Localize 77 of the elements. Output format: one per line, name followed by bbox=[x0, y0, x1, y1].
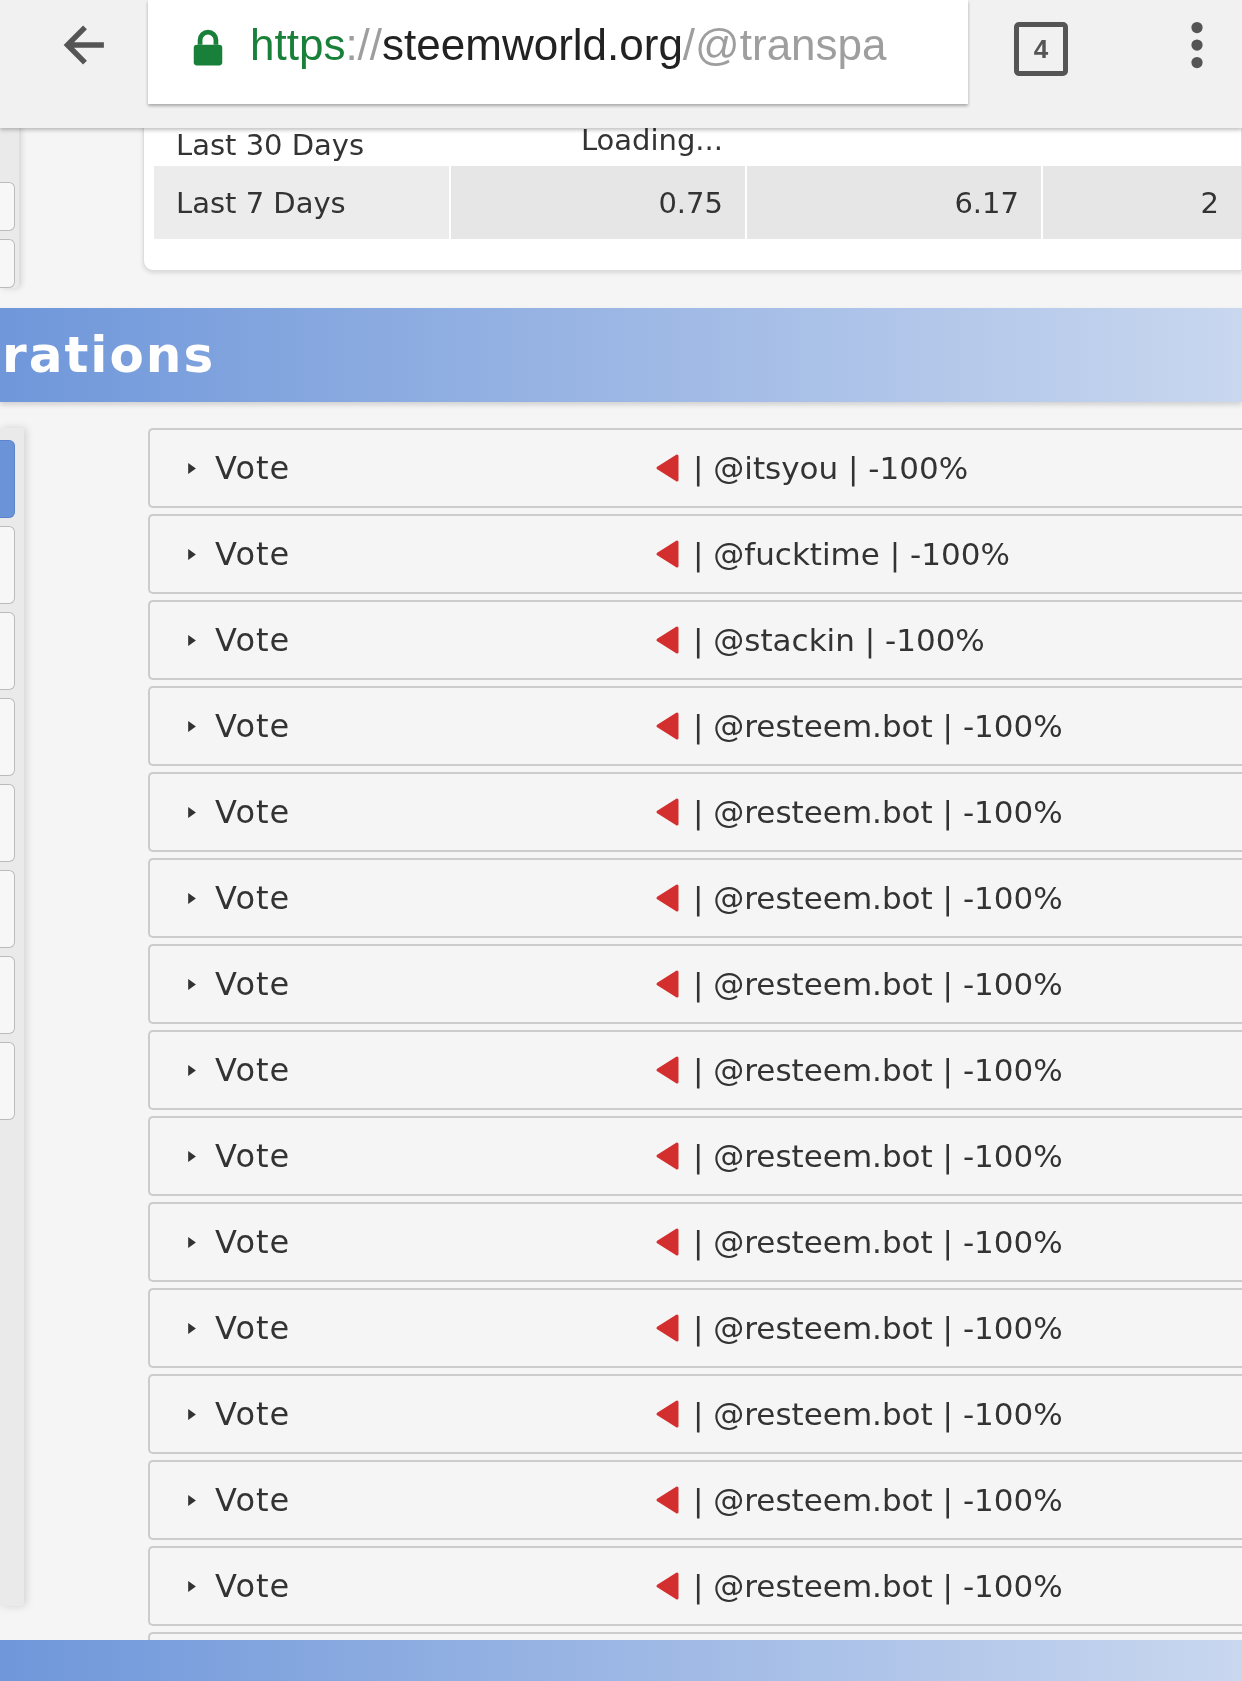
operation-type: Vote bbox=[215, 1223, 292, 1261]
operation-detail: | @resteem.bot | -100% bbox=[693, 1052, 1063, 1088]
operation-row[interactable]: Vote | @resteem.bot | -100% bbox=[148, 1460, 1242, 1540]
panel-tab[interactable] bbox=[0, 239, 15, 288]
sidebar-item[interactable] bbox=[0, 870, 15, 948]
downvote-icon bbox=[655, 1399, 679, 1429]
panel-tab[interactable] bbox=[0, 182, 15, 231]
operation-detail: | @resteem.bot | -100% bbox=[693, 794, 1063, 830]
operation-row[interactable]: Vote | @fucktime | -100% bbox=[148, 514, 1242, 594]
operation-detail: | @resteem.bot | -100% bbox=[693, 1224, 1063, 1260]
address-bar[interactable]: https://steemworld.org/@transpa bbox=[148, 0, 968, 104]
operation-detail: | @resteem.bot | -100% bbox=[693, 966, 1063, 1002]
operation-row[interactable]: Vote | @resteem.bot | -100% bbox=[148, 1288, 1242, 1368]
operation-detail: | @resteem.bot | -100% bbox=[693, 1310, 1063, 1346]
operation-type: Vote bbox=[215, 535, 292, 573]
downvote-icon bbox=[655, 1055, 679, 1085]
operation-type: Vote bbox=[215, 1481, 292, 1519]
table-cell-text: Last 30 Days bbox=[175, 128, 366, 162]
downvote-icon bbox=[655, 969, 679, 999]
sidebar-item[interactable] bbox=[0, 440, 15, 518]
table-cell-text: Last 7 Days bbox=[175, 185, 347, 220]
downvote-icon bbox=[655, 1485, 679, 1515]
operation-row[interactable]: Vote | @resteem.bot | -100% bbox=[148, 1116, 1242, 1196]
downvote-icon bbox=[655, 539, 679, 569]
operation-type: Vote bbox=[215, 1137, 292, 1175]
operation-row[interactable]: Vote | @stackin | -100% bbox=[148, 600, 1242, 680]
menu-icon[interactable] bbox=[1190, 20, 1204, 70]
table-cell: 2 bbox=[1041, 166, 1241, 239]
operation-row[interactable]: Vote | @resteem.bot | -100% bbox=[148, 1546, 1242, 1626]
operation-detail: | @resteem.bot | -100% bbox=[693, 880, 1063, 916]
operation-type: Vote bbox=[215, 621, 292, 659]
operation-row[interactable]: Vote | @resteem.bot | -100% bbox=[148, 1374, 1242, 1454]
sidebar-item[interactable] bbox=[0, 956, 15, 1034]
downvote-icon bbox=[655, 625, 679, 655]
operation-type: Vote bbox=[215, 1309, 292, 1347]
operation-row[interactable]: Vote | @resteem.bot | -100% bbox=[148, 772, 1242, 852]
downvote-icon bbox=[655, 453, 679, 483]
operation-type: Vote bbox=[215, 449, 292, 487]
table-cell: 0.75 bbox=[449, 166, 745, 239]
operation-detail: | @itsyou | -100% bbox=[693, 450, 969, 486]
operation-detail: | @resteem.bot | -100% bbox=[693, 1138, 1063, 1174]
operation-row[interactable]: Vote | @resteem.bot | -100% bbox=[148, 686, 1242, 766]
operation-detail: | @stackin | -100% bbox=[693, 622, 985, 658]
sidebar-item[interactable] bbox=[0, 784, 15, 862]
operation-row[interactable]: Vote | @resteem.bot | -100% bbox=[148, 1202, 1242, 1282]
operation-detail: | @fucktime | -100% bbox=[693, 536, 1010, 572]
lock-icon bbox=[192, 29, 224, 67]
downvote-icon bbox=[655, 1227, 679, 1257]
operation-row[interactable]: Vote | @itsyou | -100% bbox=[148, 428, 1242, 508]
operation-type: Vote bbox=[215, 879, 292, 917]
section-title: rations bbox=[2, 326, 216, 384]
operation-type: Vote bbox=[215, 1567, 292, 1605]
downvote-icon bbox=[655, 883, 679, 913]
downvote-icon bbox=[655, 1571, 679, 1601]
operation-type: Vote bbox=[215, 965, 292, 1003]
operation-type: Vote bbox=[215, 793, 292, 831]
downvote-icon bbox=[655, 711, 679, 741]
url-text: https://steemworld.org/@transpa bbox=[250, 20, 887, 70]
tab-count-button[interactable]: 4 bbox=[1014, 22, 1068, 76]
downvote-icon bbox=[655, 797, 679, 827]
operation-type: Vote bbox=[215, 1395, 292, 1433]
table-cell: 6.17 bbox=[745, 166, 1041, 239]
sidebar-item[interactable] bbox=[0, 1042, 15, 1120]
downvote-icon bbox=[655, 1313, 679, 1343]
sidebar-item[interactable] bbox=[0, 612, 15, 690]
operation-type: Vote bbox=[215, 707, 292, 745]
operation-detail: | @resteem.bot | -100% bbox=[693, 1396, 1063, 1432]
sidebar-item[interactable] bbox=[0, 698, 15, 776]
operation-type: Vote bbox=[215, 1051, 292, 1089]
operation-row[interactable]: Vote | @resteem.bot | -100% bbox=[148, 944, 1242, 1024]
operation-row[interactable]: Vote | @resteem.bot | -100% bbox=[148, 1030, 1242, 1110]
downvote-icon bbox=[655, 1141, 679, 1171]
sidebar-item[interactable] bbox=[0, 526, 15, 604]
operation-detail: | @resteem.bot | -100% bbox=[693, 1568, 1063, 1604]
operation-row[interactable]: Vote | @resteem.bot | -100% bbox=[148, 858, 1242, 938]
operation-detail: | @resteem.bot | -100% bbox=[693, 708, 1063, 744]
operation-detail: | @resteem.bot | -100% bbox=[693, 1482, 1063, 1518]
